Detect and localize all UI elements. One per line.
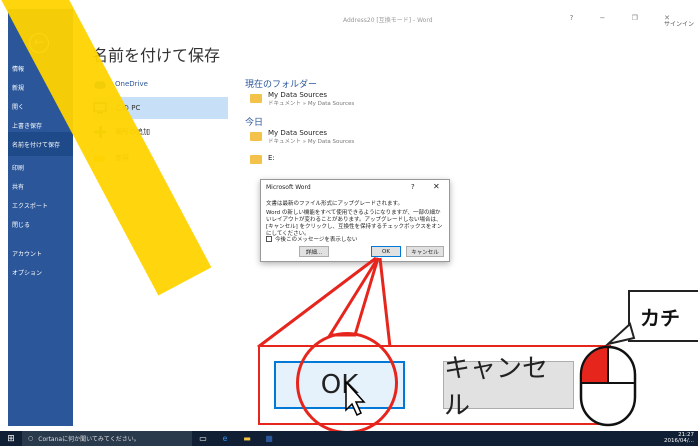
windows-start-icon[interactable]: ⊞ [0,434,22,444]
task-view-icon[interactable]: ▭ [192,434,214,443]
word-icon[interactable]: ■ [258,434,280,443]
zoomed-cancel-button[interactable]: キャンセル [443,354,574,421]
cursor-icon [345,380,366,417]
explorer-icon[interactable]: ▬ [236,434,258,443]
cortana-search[interactable]: ○ Cortanaに何か聞いてみてください。 [22,431,192,446]
cortana-circle-icon: ○ [28,435,34,442]
screenshot-stage: ← 情報 新規 開く 上書き保存 名前を付けて保存 印刷 共有 エクスポート 閉… [0,0,698,446]
taskbar-clock: 21:27 2016/04/... [664,432,694,444]
mouse-icon [579,345,637,427]
edge-icon[interactable]: e [214,434,236,443]
taskbar: ⊞ ○ Cortanaに何か聞いてみてください。 ▭ e ▬ ■ 21:27 2… [0,431,698,446]
